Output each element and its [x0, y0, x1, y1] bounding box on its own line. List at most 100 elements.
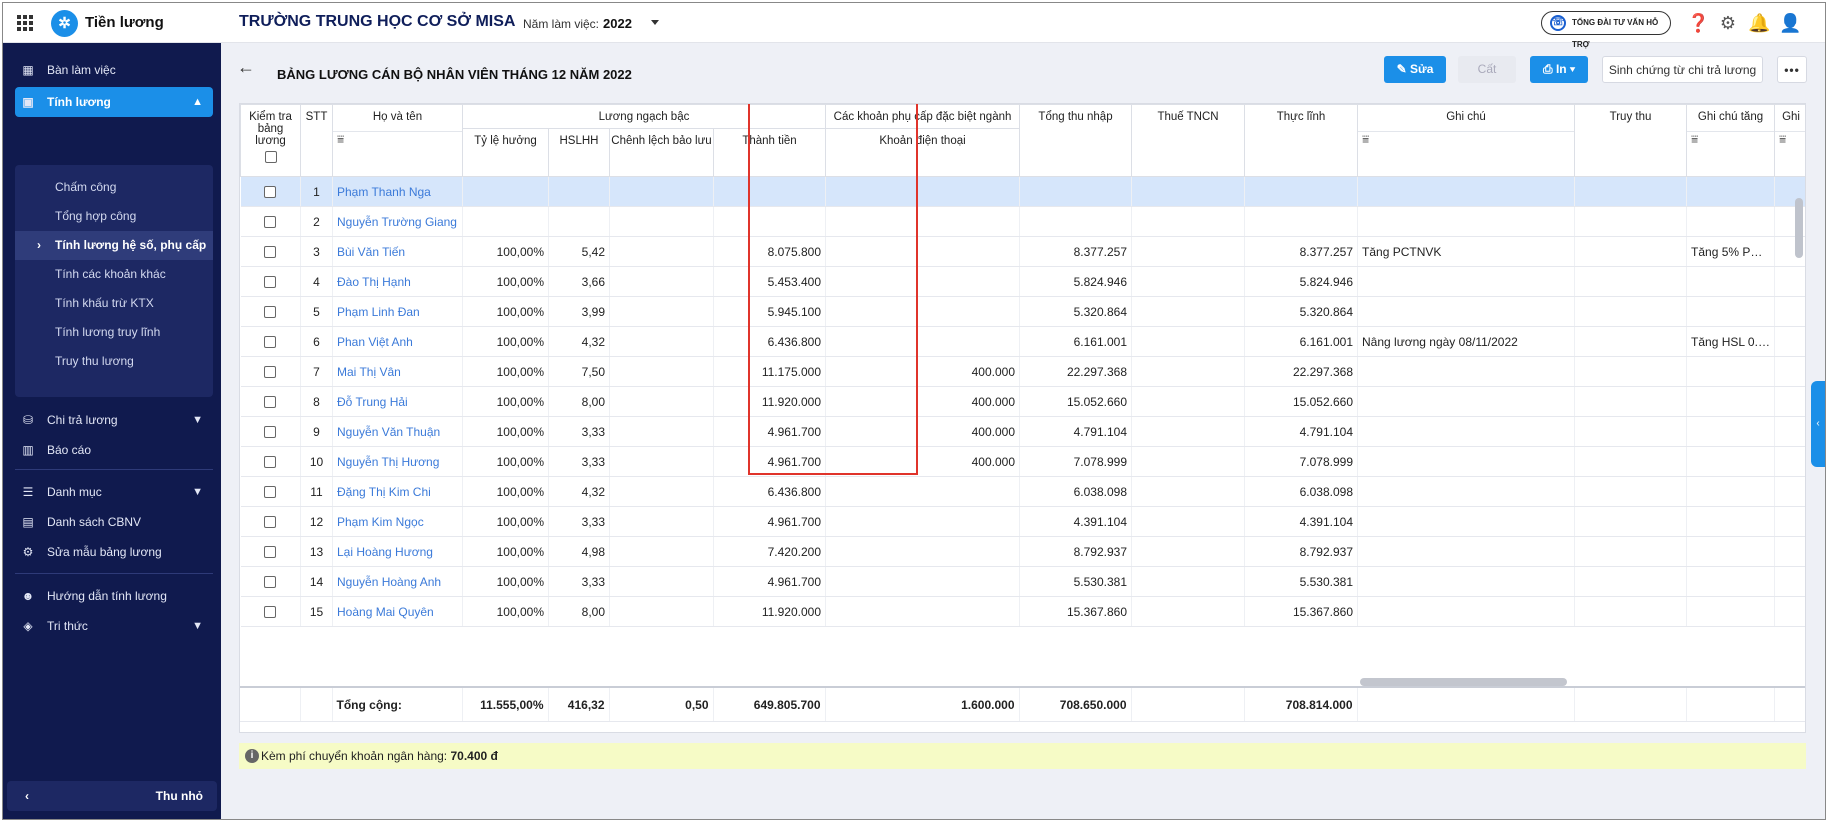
row-checkbox[interactable]	[264, 456, 277, 469]
table-row[interactable]: 11 Đặng Thị Kim Chi 100,00% 4,32 6.436.800 6.…	[240, 476, 1805, 507]
table-row[interactable]: 15 Hoàng Mai Quyên 100,00% 8,00 11.920.000 15…	[240, 596, 1805, 627]
filter-icon[interactable]: ⩸	[333, 132, 462, 147]
filter-icon[interactable]: ⩸	[1775, 132, 1805, 147]
row-tax	[1131, 176, 1246, 207]
row-name[interactable]: Phan Việt Anh	[332, 326, 463, 357]
row-rate: 100,00%	[462, 356, 549, 387]
row-checkbox[interactable]	[264, 426, 277, 439]
back-arrow-icon[interactable]: ←	[237, 57, 255, 78]
more-button[interactable]: •••	[1777, 56, 1807, 83]
bell-icon[interactable]: 🔔	[1748, 12, 1770, 34]
apps-grid-icon[interactable]	[17, 15, 33, 31]
row-checkbox[interactable]	[264, 576, 277, 589]
support-button[interactable]: ☏ TỔNG ĐÀI TƯ VẤN HỖ TRỢ	[1541, 11, 1671, 49]
row-name[interactable]: Lại Hoàng Hương	[332, 536, 463, 567]
row-checkbox[interactable]	[264, 486, 277, 499]
row-name[interactable]: Phạm Linh Đan	[332, 296, 463, 327]
row-checkbox[interactable]	[264, 276, 277, 289]
table-row[interactable]: 13 Lại Hoàng Hương 100,00% 4,98 7.420.200 8.7…	[240, 536, 1805, 567]
horizontal-scrollbar[interactable]	[1360, 678, 1567, 686]
print-button[interactable]: ⎙ In ▾	[1530, 56, 1588, 83]
row-name[interactable]: Nguyễn Hoàng Anh	[332, 566, 463, 597]
totals-phone: 1.600.000	[825, 687, 1020, 722]
row-net	[1244, 176, 1359, 207]
collapse-button[interactable]: ‹ Thu nhỏ	[7, 781, 217, 811]
row-note-increase	[1686, 416, 1776, 447]
sidebar-item-guide[interactable]: ☻ Hướng dẫn tính lương	[15, 581, 213, 611]
sidebar-item-payroll[interactable]: ▣ Tính lương ▲	[15, 87, 213, 117]
row-name[interactable]: Đỗ Trung Hải	[332, 386, 463, 417]
table-row[interactable]: 2 Nguyễn Trường Giang	[240, 206, 1805, 237]
table-row[interactable]: 6 Phan Việt Anh 100,00% 4,32 6.436.800 6.161.…	[240, 326, 1805, 357]
row-rate: 100,00%	[462, 476, 549, 507]
table-row[interactable]: 10 Nguyễn Thị Hương 100,00% 3,33 4.961.700 40…	[240, 446, 1805, 477]
row-checkbox[interactable]	[264, 516, 277, 529]
sub-item-recovery[interactable]: Truy thu lương	[15, 347, 213, 376]
sub-item-other-items[interactable]: Tính các khoản khác	[15, 260, 213, 289]
row-amount: 5.945.100	[713, 296, 827, 327]
row-rate: 100,00%	[462, 416, 549, 447]
help-icon[interactable]: ❓	[1687, 12, 1709, 34]
table-row[interactable]: 12 Phạm Kim Ngọc 100,00% 3,33 4.961.700 4.391…	[240, 506, 1805, 537]
row-checkbox[interactable]	[264, 396, 277, 409]
table-row[interactable]: 3 Bùi Văn Tiến 100,00% 5,42 8.075.800 8.377.2…	[240, 236, 1805, 267]
row-name[interactable]: Nguyễn Văn Thuận	[332, 416, 463, 447]
sidebar-item-desk[interactable]: ▦ Bàn làm việc	[15, 55, 213, 85]
table-row[interactable]: 1 Phạm Thanh Nga	[240, 176, 1805, 207]
table-row[interactable]: 5 Phạm Linh Đan 100,00% 3,99 5.945.100 5.320.…	[240, 296, 1805, 327]
user-icon[interactable]: 👤	[1779, 12, 1801, 34]
table-row[interactable]: 9 Nguyễn Văn Thuận 100,00% 3,33 4.961.700 400…	[240, 416, 1805, 447]
sub-item-ktx-deduction[interactable]: Tính khấu trừ KTX	[15, 289, 213, 318]
row-checkbox[interactable]	[264, 216, 277, 229]
row-name[interactable]: Đặng Thị Kim Chi	[332, 476, 463, 507]
vertical-scrollbar[interactable]	[1795, 198, 1803, 258]
sidebar-item-payment[interactable]: ⛁ Chi trả lương ▼	[15, 405, 213, 435]
sidebar-item-report[interactable]: ▥ Báo cáo	[15, 435, 213, 465]
row-checkbox[interactable]	[264, 186, 277, 199]
table-row[interactable]: 8 Đỗ Trung Hải 100,00% 8,00 11.920.000 400.00…	[240, 386, 1805, 417]
row-checkbox[interactable]	[264, 306, 277, 319]
filter-icon[interactable]: ⩸	[1358, 132, 1574, 147]
table-row[interactable]: 4 Đào Thị Hạnh 100,00% 3,66 5.453.400 5.824.9…	[240, 266, 1805, 297]
sub-item-attendance[interactable]: Chấm công	[15, 173, 213, 202]
row-note-more	[1774, 596, 1805, 627]
row-note-increase	[1686, 206, 1776, 237]
side-panel-toggle[interactable]: ‹	[1811, 381, 1825, 467]
filter-icon[interactable]: ⩸	[1687, 132, 1774, 147]
row-checkbox[interactable]	[264, 606, 277, 619]
select-all-checkbox[interactable]	[264, 151, 277, 163]
sidebar-item-staff[interactable]: ▤ Danh sách CBNV	[15, 507, 213, 537]
row-checkbox[interactable]	[264, 546, 277, 559]
table-row[interactable]: 14 Nguyễn Hoàng Anh 100,00% 3,33 4.961.700 5.…	[240, 566, 1805, 597]
sub-item-retroactive[interactable]: Tính lương truy lĩnh	[15, 318, 213, 347]
row-net: 22.297.368	[1244, 356, 1359, 387]
row-checkbox[interactable]	[264, 336, 277, 349]
row-recover	[1574, 446, 1688, 477]
row-name[interactable]: Nguyễn Thị Hương	[332, 446, 463, 477]
row-diff	[609, 266, 714, 297]
row-name[interactable]: Hoàng Mai Quyên	[332, 596, 463, 627]
row-diff	[609, 296, 714, 327]
table-row[interactable]: 7 Mai Thị Vân 100,00% 7,50 11.175.000 400.000…	[240, 356, 1805, 387]
row-note-more	[1774, 446, 1805, 477]
row-name[interactable]: Đào Thị Hạnh	[332, 266, 463, 297]
sidebar-item-knowledge[interactable]: ◈ Tri thức ▼	[15, 611, 213, 641]
save-button[interactable]: Cất	[1458, 56, 1516, 83]
sub-item-coefficient-payroll[interactable]: › Tính lương hệ số, phụ cấp	[15, 231, 213, 260]
row-income: 5.320.864	[1019, 296, 1133, 327]
row-name[interactable]: Phạm Thanh Nga	[332, 176, 463, 207]
chevron-down-icon[interactable]	[651, 20, 659, 25]
gear-icon[interactable]: ⚙	[1717, 12, 1739, 34]
sidebar-item-template[interactable]: ⚙ Sửa mẫu bảng lương	[15, 537, 213, 567]
generate-voucher-button[interactable]: Sinh chứng từ chi trả lương	[1602, 56, 1763, 83]
row-checkbox[interactable]	[264, 246, 277, 259]
row-checkbox[interactable]	[264, 366, 277, 379]
row-name[interactable]: Nguyễn Trường Giang	[332, 206, 463, 237]
sidebar-item-catalog[interactable]: ☰ Danh mục ▼	[15, 477, 213, 507]
year-select[interactable]: 2022	[603, 16, 632, 31]
sub-item-attendance-summary[interactable]: Tổng hợp công	[15, 202, 213, 231]
row-name[interactable]: Bùi Văn Tiến	[332, 236, 463, 267]
row-name[interactable]: Phạm Kim Ngọc	[332, 506, 463, 537]
edit-button[interactable]: ✎ Sửa	[1384, 56, 1446, 83]
row-name[interactable]: Mai Thị Vân	[332, 356, 463, 387]
